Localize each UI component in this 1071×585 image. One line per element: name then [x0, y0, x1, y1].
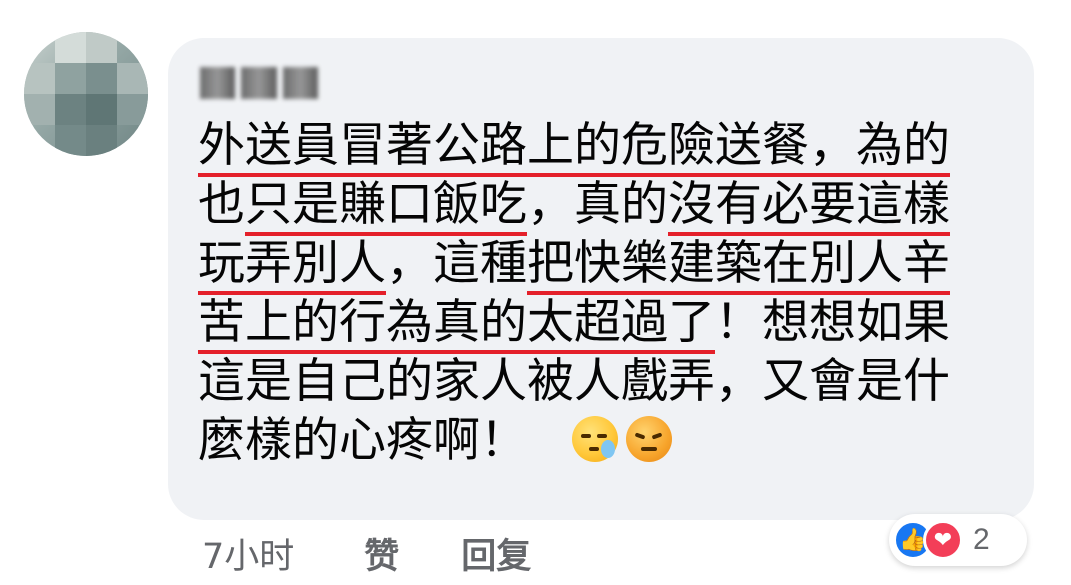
author-name[interactable] [200, 66, 318, 100]
comment-line: 麼樣的心疼啊！ [198, 411, 998, 470]
reply-button[interactable]: 回复 [461, 528, 531, 579]
comment-actions: 7小时 赞 回复 [202, 528, 531, 578]
reaction-count: 2 [973, 523, 990, 556]
comment-line: 玩弄別人，這種把快樂建築在別人辛 [198, 234, 998, 295]
comment-line: 也只是賺口飯吃，真的沒有必要這樣 [198, 175, 998, 236]
reactions-summary[interactable]: 👍 ❤ 2 [889, 514, 1027, 566]
comment-line: 外送員冒著公路上的危險送餐，為的 [198, 116, 998, 177]
comment-line: 這是自己的家人被人戲弄，又會是什 [198, 354, 950, 409]
avatar[interactable] [24, 32, 148, 156]
timestamp[interactable]: 7小时 [202, 528, 294, 579]
comment-bubble: 外送員冒著公路上的危險送餐，為的 也只是賺口飯吃，真的沒有必要這樣 玩弄別人，這… [168, 38, 1034, 520]
like-button[interactable]: 赞 [364, 528, 399, 579]
love-icon: ❤ [923, 520, 963, 560]
sleepy-face-emoji [571, 416, 618, 462]
angry-face-emoji [625, 416, 672, 462]
comment-line: 苦上的行為真的太超過了！想想如果 [198, 293, 998, 354]
comment-text: 外送員冒著公路上的危險送餐，為的 也只是賺口飯吃，真的沒有必要這樣 玩弄別人，這… [198, 116, 998, 470]
